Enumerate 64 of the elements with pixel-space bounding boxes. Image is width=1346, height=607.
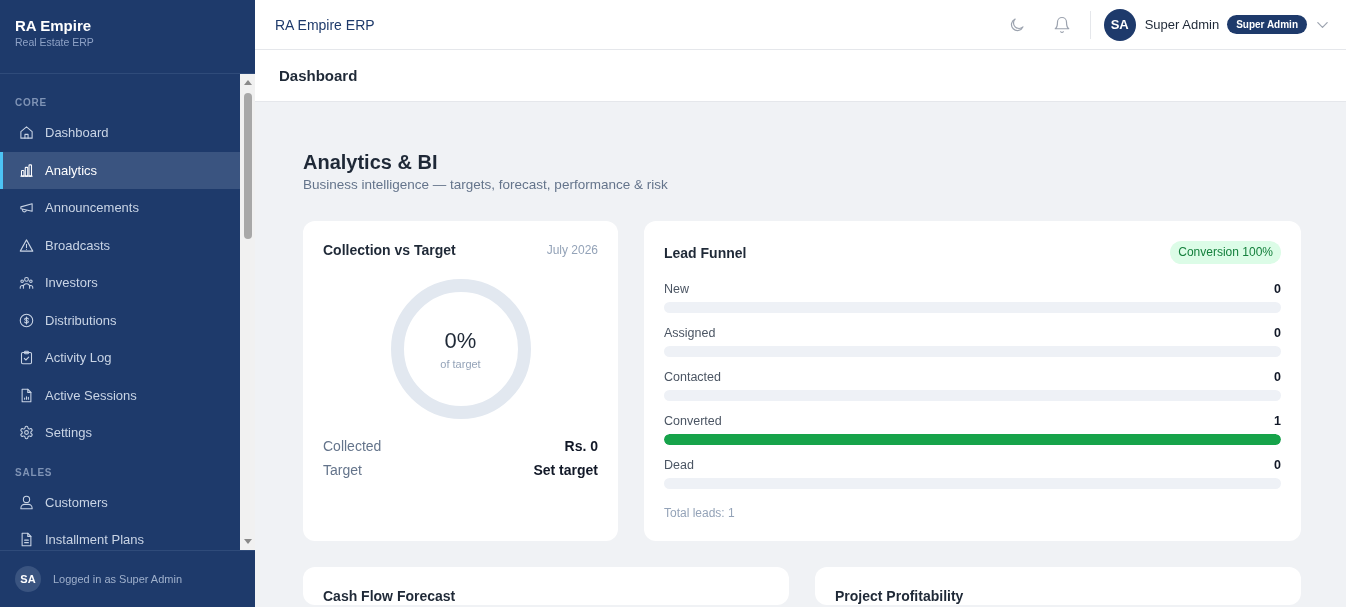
- stat-label: Collected: [323, 437, 382, 455]
- card-title: Project Profitability: [835, 588, 964, 604]
- brand-name: RA Empire: [15, 17, 93, 35]
- stage-label: Assigned: [664, 325, 716, 341]
- login-status: Logged in as Super Admin: [53, 573, 183, 585]
- card-title: Collection vs Target: [323, 241, 456, 259]
- sidebar-item[interactable]: Distributions: [0, 301, 240, 339]
- sidebar-item[interactable]: Customers: [0, 483, 240, 521]
- sidebar-item[interactable]: Activity Log: [0, 339, 240, 377]
- section-label: SALES: [15, 466, 54, 479]
- stage-count: 0: [1274, 281, 1281, 297]
- card-title: Lead Funnel: [664, 243, 747, 262]
- stage-label: Contacted: [664, 369, 721, 385]
- settings-icon: [19, 425, 34, 441]
- user-icon: [19, 494, 34, 510]
- brand-subtitle: Real Estate ERP: [15, 36, 95, 49]
- card-title: Cash Flow Forecast: [323, 588, 456, 604]
- percent-value: 0%: [444, 327, 477, 354]
- sidebar-item[interactable]: Announcements: [0, 189, 240, 227]
- stage-label: Converted: [664, 413, 722, 429]
- scroll-down-arrow-icon[interactable]: [243, 539, 252, 544]
- section-subtitle: Business intelligence — targets, forecast, performance & risk: [303, 176, 669, 194]
- role-badge: Super Admin: [1227, 15, 1307, 34]
- sidebar-item[interactable]: Settings: [0, 414, 240, 452]
- bar-chart-icon: [19, 162, 34, 178]
- total-leads: Total leads: 1: [664, 505, 736, 521]
- users-icon: [19, 275, 34, 291]
- dollar-circle-icon: [19, 312, 34, 328]
- document-chart-icon: [19, 387, 34, 403]
- sidebar-item[interactable]: Investors: [0, 264, 240, 302]
- scroll-up-arrow-icon[interactable]: [243, 80, 252, 85]
- stage-count: 0: [1274, 325, 1281, 341]
- sidebar-item[interactable]: Broadcasts: [0, 226, 240, 264]
- stage-label: Dead: [664, 457, 694, 473]
- section-label: CORE: [15, 97, 49, 109]
- stage-count: 1: [1274, 413, 1281, 429]
- sidebar-item[interactable]: Analytics: [0, 151, 240, 189]
- ring-caption: of target: [440, 357, 481, 371]
- bell-icon[interactable]: [1052, 15, 1071, 34]
- stat-value: Set target: [533, 461, 598, 479]
- user-avatar[interactable]: SA: [1103, 8, 1136, 41]
- megaphone-icon: [19, 200, 34, 216]
- scrollbar[interactable]: [240, 74, 255, 550]
- conversion-badge: Conversion 100%: [1170, 241, 1281, 264]
- user-name: Super Admin: [1144, 17, 1220, 32]
- warning-triangle-icon: [19, 237, 34, 253]
- clipboard-check-icon: [19, 350, 34, 366]
- sidebar-item[interactable]: Installment Plans: [0, 521, 240, 550]
- stage-count: 0: [1274, 369, 1281, 385]
- stage-label: New: [664, 281, 689, 297]
- chevron-down-icon[interactable]: [1317, 21, 1328, 28]
- home-icon: [19, 125, 34, 141]
- stage-count: 0: [1274, 457, 1281, 473]
- sidebar-item[interactable]: Active Sessions: [0, 376, 240, 414]
- user-avatar: SA: [15, 566, 41, 592]
- stat-label: Target: [323, 461, 362, 479]
- section-title: Analytics & BI: [303, 150, 439, 174]
- document-icon: [19, 532, 34, 548]
- scroll-thumb[interactable]: [243, 93, 252, 239]
- stat-value: Rs. 0: [564, 437, 598, 455]
- period-label: July 2026: [546, 242, 598, 259]
- page-title: Dashboard: [279, 67, 358, 84]
- app-title: RA Empire ERP: [275, 16, 375, 33]
- sidebar-item[interactable]: Dashboard: [0, 114, 240, 152]
